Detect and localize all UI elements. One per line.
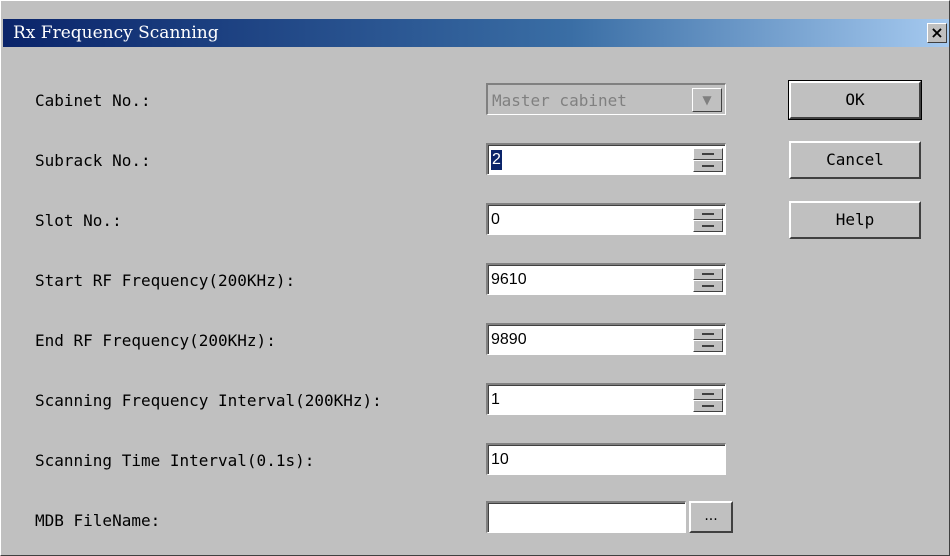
slot-value: 0 (491, 211, 500, 228)
scan-freq-interval-spin-buttons[interactable] (693, 388, 723, 412)
spin-down-icon[interactable] (693, 400, 723, 412)
close-button[interactable]: × (927, 23, 947, 43)
start-rf-spinbox[interactable]: 9610 (486, 263, 726, 295)
end-rf-value: 9890 (491, 331, 527, 348)
cabinet-label: Cabinet No.: (35, 91, 151, 110)
close-icon: × (930, 23, 944, 42)
spin-up-icon[interactable] (693, 208, 723, 220)
mdb-filename-field[interactable] (486, 501, 686, 533)
scan-time-interval-label: Scanning Time Interval(0.1s): (35, 451, 315, 470)
subrack-value: 2 (491, 150, 502, 170)
subrack-spinbox[interactable]: 2 (486, 143, 726, 175)
help-button[interactable]: Help (789, 201, 921, 239)
cabinet-select: Master cabinet ▼ (486, 83, 726, 115)
start-rf-label: Start RF Frequency(200KHz): (35, 271, 296, 290)
chevron-down-icon: ▼ (692, 88, 722, 112)
end-rf-spinbox[interactable]: 9890 (486, 323, 726, 355)
subrack-spin-buttons[interactable] (693, 148, 723, 172)
dialog-window: Rx Frequency Scanning × Cabinet No.: Mas… (0, 0, 950, 556)
spin-up-icon[interactable] (693, 388, 723, 400)
scan-time-interval-field[interactable]: 10 (486, 443, 726, 475)
start-rf-spin-buttons[interactable] (693, 268, 723, 292)
scan-freq-interval-label: Scanning Frequency Interval(200KHz): (35, 391, 382, 410)
subrack-label: Subrack No.: (35, 151, 151, 170)
slot-label: Slot No.: (35, 211, 122, 230)
title-bar[interactable]: Rx Frequency Scanning × (3, 19, 949, 47)
start-rf-value: 9610 (491, 271, 527, 288)
spin-up-icon[interactable] (693, 328, 723, 340)
cabinet-select-value: Master cabinet (492, 91, 627, 110)
mdb-filename-label: MDB FileName: (35, 511, 161, 530)
slot-spinbox[interactable]: 0 (486, 203, 726, 235)
end-rf-spin-buttons[interactable] (693, 328, 723, 352)
spin-down-icon[interactable] (693, 280, 723, 292)
ok-button[interactable]: OK (788, 80, 922, 120)
end-rf-label: End RF Frequency(200KHz): (35, 331, 276, 350)
scan-freq-interval-value: 1 (491, 391, 500, 408)
spin-up-icon[interactable] (693, 268, 723, 280)
scan-time-interval-value: 10 (491, 451, 509, 468)
spin-up-icon[interactable] (693, 148, 723, 160)
spin-down-icon[interactable] (693, 340, 723, 352)
spin-down-icon[interactable] (693, 160, 723, 172)
scan-freq-interval-spinbox[interactable]: 1 (486, 383, 726, 415)
dialog-title: Rx Frequency Scanning (13, 23, 219, 43)
browse-button-label: ... (704, 508, 718, 524)
cancel-button[interactable]: Cancel (789, 141, 921, 179)
spin-down-icon[interactable] (693, 220, 723, 232)
slot-spin-buttons[interactable] (693, 208, 723, 232)
dropdown-arrow-glyph: ▼ (702, 93, 712, 107)
browse-button[interactable]: ... (689, 501, 733, 533)
